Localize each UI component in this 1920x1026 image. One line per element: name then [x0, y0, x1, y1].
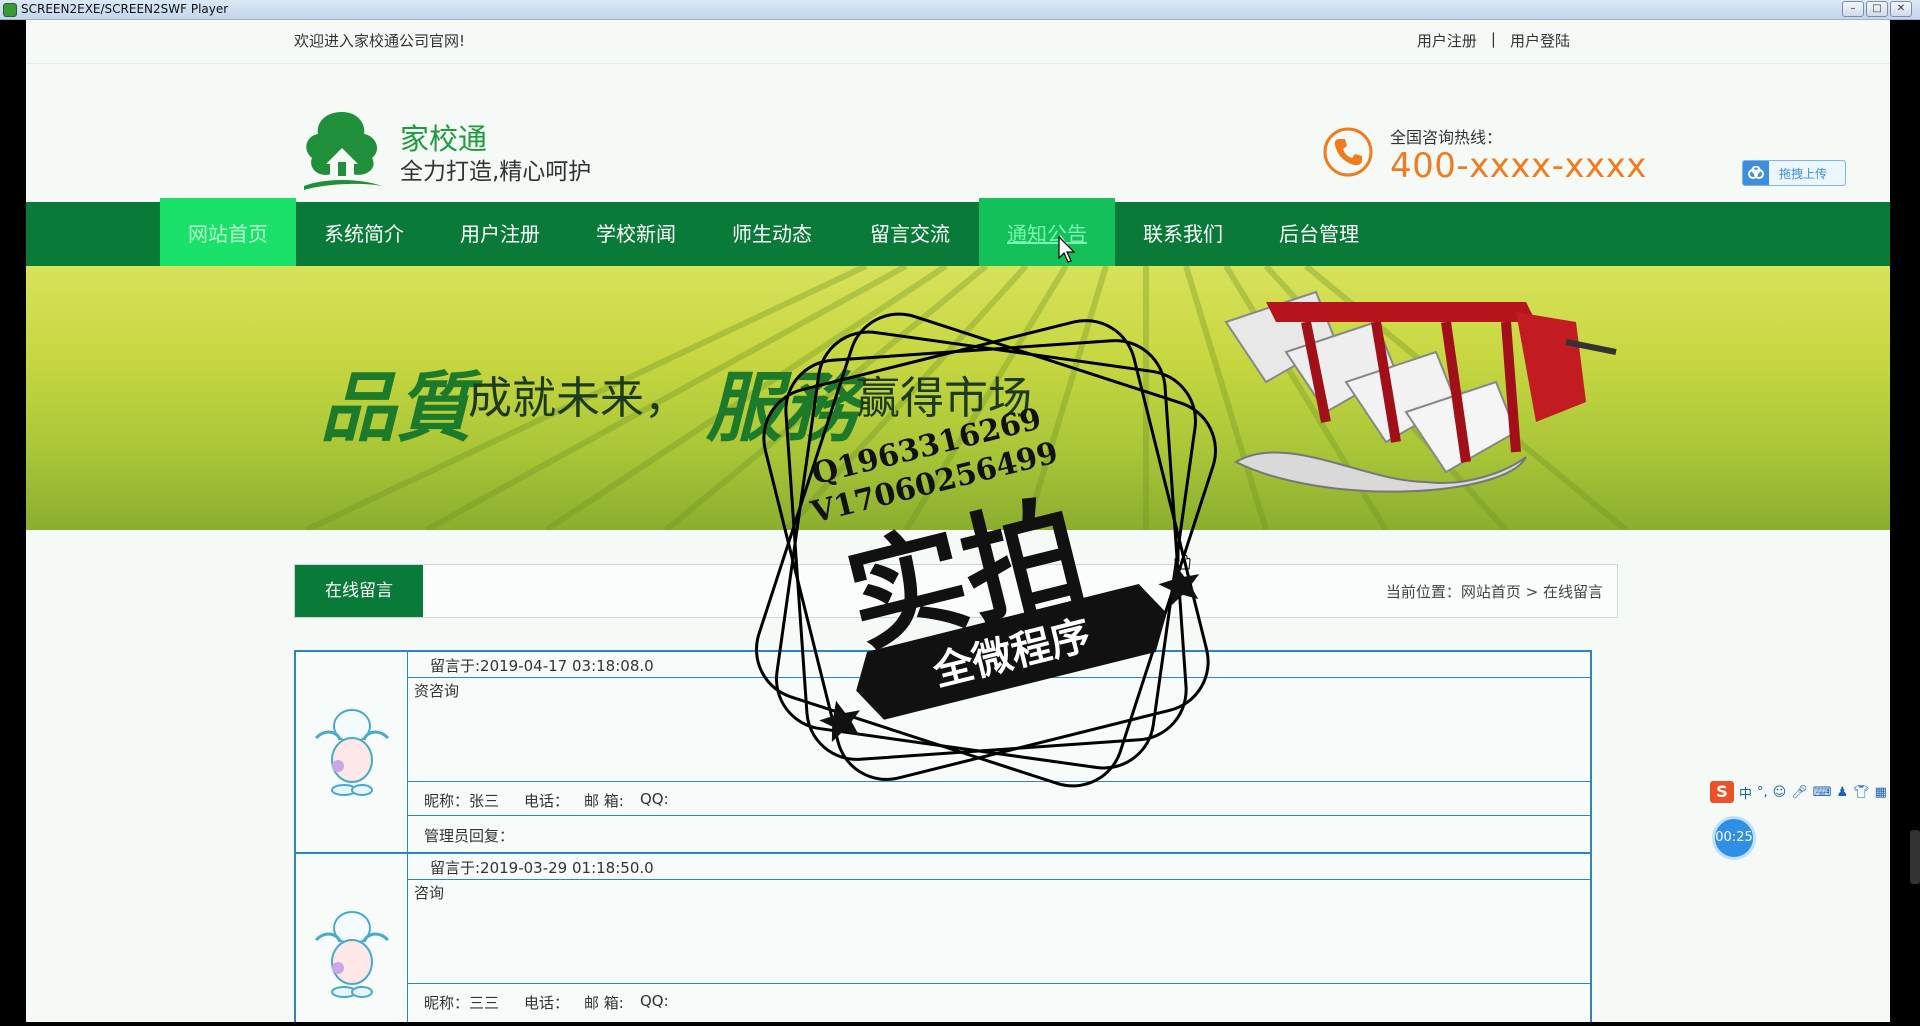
message-posted-time: 留言于:2019-04-17 03:18:08.0	[430, 657, 654, 675]
phone-icon	[1323, 127, 1373, 177]
breadcrumb: 当前位置：网站首页 > 在线留言	[1386, 581, 1603, 602]
ime-punctuation-toggle[interactable]: °,	[1757, 785, 1768, 800]
site-header: 家校通 全力打造,精心呵护 全国咨询热线： 400-xxxx-xxxx 拖拽上传	[26, 64, 1890, 202]
keyboard-icon[interactable]: ⌨	[1813, 785, 1832, 800]
window-controls: – □ ✕	[1842, 1, 1912, 17]
message-card: 留言于:2019-03-29 01:18:50.0 咨询 昵称：三三 电话： 邮…	[294, 852, 1592, 1022]
brand-slogan: 全力打造,精心呵护	[400, 159, 592, 185]
message-posted-row: 留言于:2019-03-29 01:18:50.0	[408, 854, 1590, 880]
drag-upload-button[interactable]: 拖拽上传	[1742, 160, 1846, 186]
mouse-pointer-icon	[1058, 236, 1076, 263]
window-title: SCREEN2EXE/SCREEN2SWF Player	[21, 2, 229, 16]
grid-menu-icon[interactable]: ▦	[1875, 785, 1887, 800]
message-info-row: 昵称：三三 电话： 邮 箱: QQ:	[408, 984, 1590, 1018]
message-avatar-cell	[296, 854, 408, 1022]
nav-item-register[interactable]: 用户注册	[432, 202, 568, 266]
watermark-stamp: Q1963316269 V17060256499 实拍 全微程序	[754, 312, 1218, 788]
message-admin-reply: 管理员回复：	[424, 827, 515, 845]
message-avatar-cell	[296, 652, 408, 852]
message-email: 邮 箱:	[584, 994, 624, 1012]
message-qq: QQ:	[640, 790, 669, 808]
breadcrumb-home-link[interactable]: 网站首页	[1461, 583, 1521, 601]
close-button[interactable]: ✕	[1890, 1, 1912, 17]
avatar-icon	[314, 709, 390, 796]
breadcrumb-prefix: 当前位置：	[1385, 583, 1461, 601]
message-content: 资咨询	[414, 682, 460, 700]
recording-timer[interactable]: 00:25	[1712, 816, 1756, 860]
emoji-icon[interactable]: ☺	[1773, 785, 1787, 800]
app-icon	[3, 3, 17, 17]
link-separator: |	[1490, 30, 1496, 48]
plough-machine-graphic	[1224, 290, 1617, 493]
account-links: 用户注册 | 用户登陆	[1417, 30, 1570, 51]
nav-item-notices[interactable]: 通知公告	[979, 198, 1115, 268]
message-posted-time: 留言于:2019-03-29 01:18:50.0	[430, 859, 654, 877]
banner-text-future: 成就未来，	[468, 373, 688, 424]
message-nickname: 昵称：三三	[424, 994, 500, 1012]
microphone-icon[interactable]: 🎤︎	[1791, 785, 1808, 800]
side-handle[interactable]	[1910, 830, 1920, 884]
nav-item-home[interactable]: 网站首页	[160, 198, 296, 268]
minimize-button[interactable]: –	[1842, 1, 1864, 17]
register-link[interactable]: 用户注册	[1417, 30, 1477, 51]
upload-label: 拖拽上传	[1779, 166, 1828, 181]
breadcrumb-separator: >	[1525, 583, 1539, 601]
hotline-label: 全国咨询热线：	[1390, 128, 1503, 147]
nav-item-contact[interactable]: 联系我们	[1115, 202, 1251, 266]
ime-toolbar[interactable]: S 中 °, ☺ 🎤︎ ⌨ ♟ 👕︎ ▦	[1710, 780, 1920, 804]
message-reply-row: 管理员回复：	[408, 816, 1590, 852]
nav-item-intro[interactable]: 系统简介	[296, 202, 432, 266]
login-link[interactable]: 用户登陆	[1510, 30, 1570, 51]
nav-item-school-news[interactable]: 学校新闻	[568, 202, 704, 266]
skin-shirt-icon[interactable]: 👕︎	[1853, 785, 1870, 800]
user-icon[interactable]: ♟	[1837, 785, 1849, 800]
nav-item-teacher-student[interactable]: 师生动态	[704, 202, 840, 266]
nav-item-messages[interactable]: 留言交流	[842, 202, 978, 266]
house-tree-logo-icon[interactable]	[294, 108, 390, 196]
message-nickname: 昵称：张三	[424, 792, 500, 810]
message-phone: 电话：	[524, 792, 570, 810]
top-bar: 欢迎进入家校通公司官网! 用户注册 | 用户登陆	[26, 20, 1890, 64]
message-phone: 电话：	[524, 994, 570, 1012]
hotline-number: 400-xxxx-xxxx	[1390, 146, 1647, 186]
sogou-ime-icon[interactable]: S	[1710, 781, 1734, 803]
message-qq: QQ:	[640, 992, 669, 1010]
section-tab-online-messages[interactable]: 在线留言	[295, 565, 423, 617]
website-viewport: 欢迎进入家校通公司官网! 用户注册 | 用户登陆 家校通 全力打造,精心呵护 全…	[26, 20, 1890, 1022]
window-titlebar: SCREEN2EXE/SCREEN2SWF Player – □ ✕	[0, 0, 1920, 20]
message-email: 邮 箱:	[584, 792, 624, 810]
breadcrumb-current: 在线留言	[1542, 583, 1603, 601]
avatar-icon	[314, 911, 390, 998]
cloud-upload-icon	[1743, 161, 1769, 185]
banner-text-quality: 品質	[320, 363, 472, 452]
ime-mode-toggle[interactable]: 中	[1739, 783, 1752, 802]
nav-item-admin[interactable]: 后台管理	[1251, 202, 1387, 266]
message-content: 咨询	[414, 884, 445, 902]
message-content-row: 咨询	[408, 880, 1590, 984]
main-nav: 网站首页 系统简介 用户注册 学校新闻 师生动态 留言交流 通知公告 联系我们 …	[26, 198, 1890, 268]
welcome-text: 欢迎进入家校通公司官网!	[294, 32, 466, 50]
maximize-button[interactable]: □	[1866, 1, 1888, 17]
